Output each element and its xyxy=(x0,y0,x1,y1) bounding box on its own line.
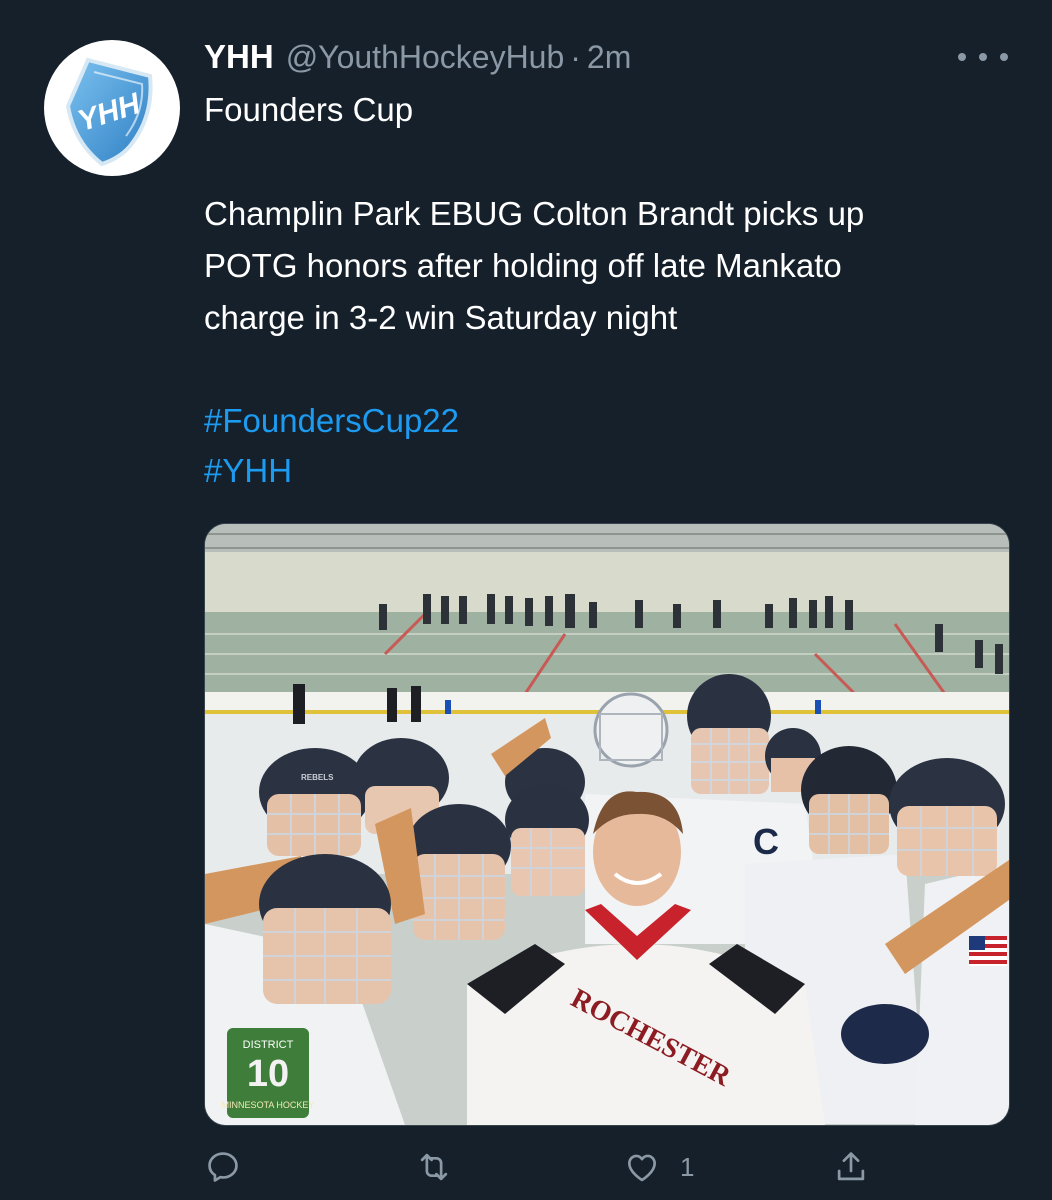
patch-label-top: DISTRICT xyxy=(243,1039,294,1051)
retweet-icon xyxy=(420,1153,448,1181)
patch-number: 10 xyxy=(247,1053,289,1095)
tweet-text-line: POTG honors after holding off late Manka… xyxy=(204,247,842,284)
timestamp[interactable]: 2m xyxy=(587,39,631,76)
display-name[interactable]: YHH xyxy=(204,38,274,76)
separator-dot: · xyxy=(570,39,581,75)
tweet-text-line: Founders Cup xyxy=(204,91,414,128)
tweet-photo[interactable]: C DISTRICT 10 MINNESOTA HOCKEY ROCHESTER… xyxy=(204,523,1010,1126)
like-count: 1 xyxy=(680,1151,695,1182)
svg-text:C: C xyxy=(753,821,779,862)
share-button[interactable] xyxy=(832,1148,888,1186)
tweet-text-line: charge in 3-2 win Saturday night xyxy=(204,299,678,336)
patch-label-bottom: MINNESOTA HOCKEY xyxy=(222,1100,315,1110)
tweet-text-line: Champlin Park EBUG Colton Brandt picks u… xyxy=(204,195,865,232)
hockey-team-photo: C DISTRICT 10 MINNESOTA HOCKEY ROCHESTER… xyxy=(205,524,1009,1125)
profile-avatar[interactable]: YHH xyxy=(44,40,180,176)
more-options-icon[interactable] xyxy=(958,42,1008,72)
tweet-action-bar: 1 xyxy=(0,1140,1052,1200)
helmet-text: REBELS xyxy=(301,773,334,782)
retweet-button[interactable] xyxy=(414,1148,472,1186)
like-button[interactable]: 1 xyxy=(622,1148,694,1186)
tweet-header: YHH @YouthHockeyHub · 2m xyxy=(204,38,631,82)
yhh-logo-icon: YHH xyxy=(52,48,172,168)
share-icon xyxy=(837,1152,865,1181)
reply-icon xyxy=(208,1152,238,1182)
user-handle[interactable]: @YouthHockeyHub xyxy=(286,39,565,76)
hashtag-link[interactable]: #FoundersCup22 xyxy=(204,396,459,446)
reply-button[interactable] xyxy=(204,1148,260,1186)
tweet[interactable]: YHH YHH @YouthHockeyHub · 2m Founders Cu… xyxy=(0,0,1052,1200)
heart-icon xyxy=(627,1154,657,1182)
hashtag-link[interactable]: #YHH xyxy=(204,446,292,496)
